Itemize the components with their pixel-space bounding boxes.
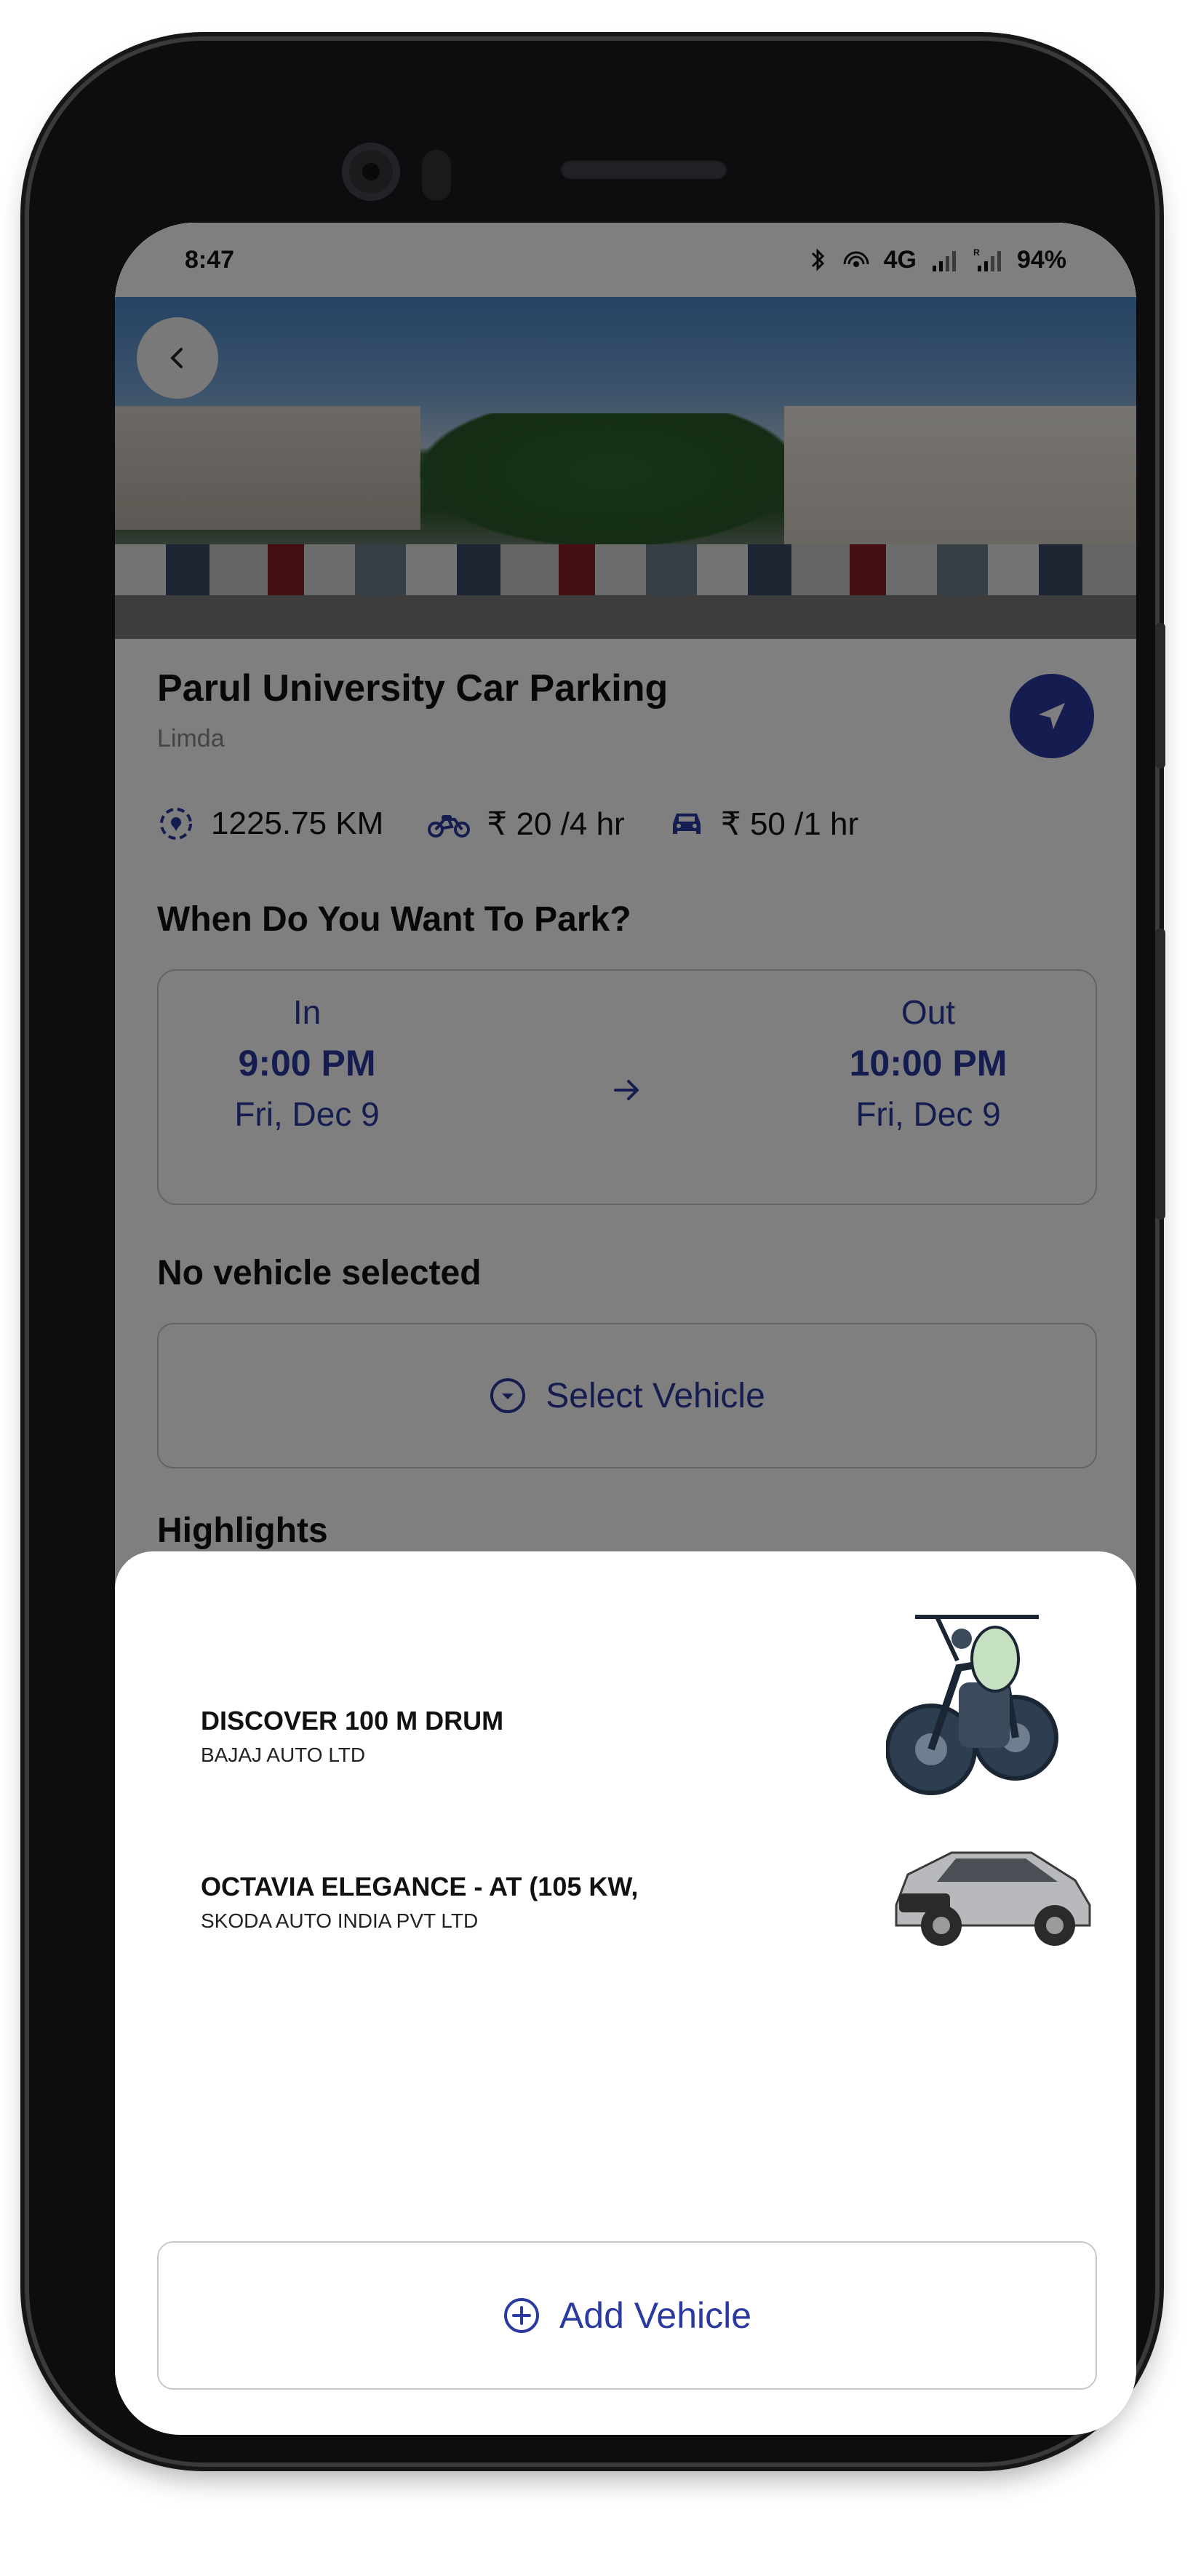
car-image — [895, 1851, 1091, 1946]
plus-circle-icon — [503, 2298, 539, 2333]
vehicle-list-item[interactable]: OCTAVIA ELEGANCE - AT (105 KW, SKODA AUT… — [115, 1794, 1136, 1984]
screen: 8:47 4G R 94% Parul U — [115, 223, 1136, 2435]
phone-frame: 8:47 4G R 94% Parul U — [29, 41, 1165, 2462]
add-vehicle-label: Add Vehicle — [559, 2295, 752, 2336]
motorcycle-image — [886, 1615, 1058, 1795]
vehicle-list-item[interactable]: DISCOVER 100 M DRUM BAJAJ AUTO LTD — [115, 1588, 1136, 1795]
add-vehicle-button[interactable]: Add Vehicle — [157, 2241, 1097, 2390]
vehicle-name: DISCOVER 100 M DRUM — [201, 1706, 504, 1736]
front-camera — [342, 143, 400, 201]
vehicle-maker: SKODA AUTO INDIA PVT LTD — [201, 1909, 479, 1932]
earpiece-speaker — [560, 159, 727, 179]
vehicle-name: OCTAVIA ELEGANCE - AT (105 KW, — [201, 1872, 639, 1901]
volume-button — [1155, 623, 1165, 768]
vehicle-maker: BAJAJ AUTO LTD — [201, 1744, 366, 1766]
power-button — [1155, 929, 1165, 1220]
vehicle-bottom-sheet: DISCOVER 100 M DRUM BAJAJ AUTO LTD OCTAV… — [115, 1551, 1136, 2435]
proximity-sensor — [422, 150, 451, 201]
